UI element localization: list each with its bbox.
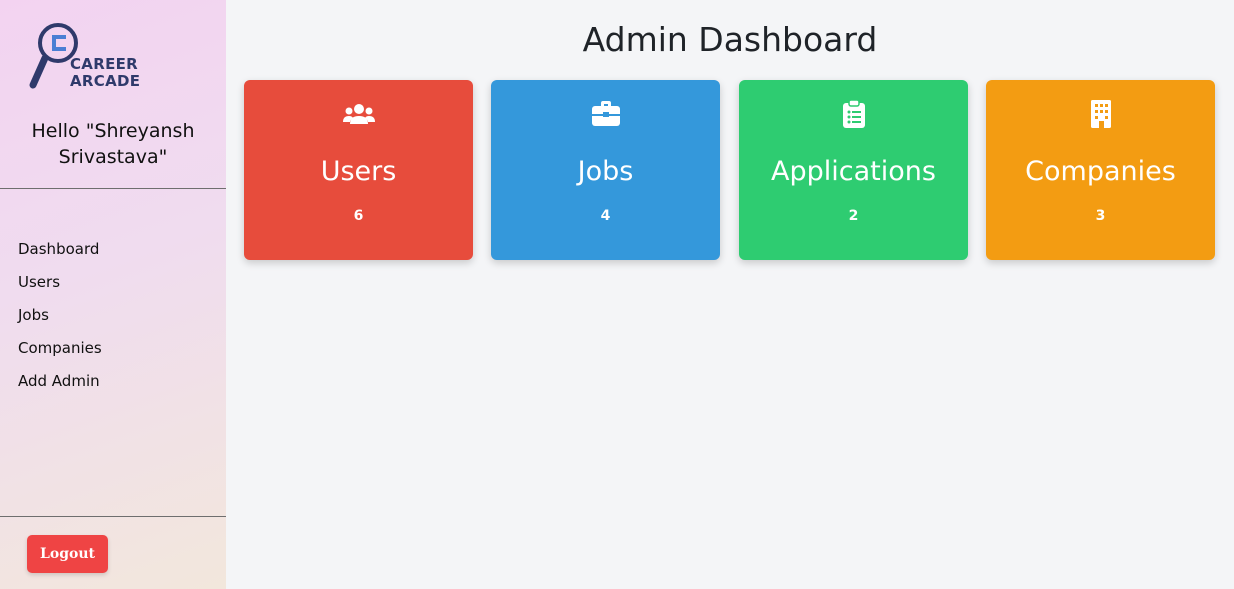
sidebar-item-companies[interactable]: Companies <box>18 332 102 365</box>
sidebar-nav: Dashboard Users Jobs Companies Add Admin <box>18 233 102 398</box>
stat-card-value: 4 <box>600 208 611 224</box>
stat-card-users[interactable]: Users 6 <box>244 80 473 260</box>
users-icon <box>342 104 375 124</box>
sidebar-divider-bottom <box>0 516 226 517</box>
brand-line-1: CAREER <box>70 55 139 73</box>
page-title: Admin Dashboard <box>582 20 878 59</box>
stat-card-jobs[interactable]: Jobs 4 <box>491 80 720 260</box>
sidebar: CAREER ARCADE Hello "Shreyansh Srivastav… <box>0 0 226 589</box>
sidebar-item-jobs[interactable]: Jobs <box>18 299 102 332</box>
brand-line-2: ARCADE <box>70 72 141 90</box>
stat-card-value: 3 <box>1095 208 1106 224</box>
clipboard-list-icon <box>842 100 865 128</box>
logout-button[interactable]: Logout <box>27 535 108 573</box>
stat-card-value: 2 <box>848 208 859 224</box>
user-greeting: Hello "Shreyansh Srivastava" <box>31 120 195 168</box>
stat-card-label: Companies <box>1025 156 1176 187</box>
sidebar-divider <box>0 188 226 189</box>
stat-card-value: 6 <box>353 208 364 224</box>
sidebar-item-dashboard[interactable]: Dashboard <box>18 233 102 266</box>
stat-card-label: Users <box>320 156 397 187</box>
building-icon <box>1090 100 1111 128</box>
briefcase-icon <box>591 101 620 126</box>
stat-card-label: Applications <box>771 156 936 187</box>
brand-name: CAREER ARCADE <box>70 56 140 90</box>
sidebar-item-users[interactable]: Users <box>18 266 102 299</box>
stat-card-companies[interactable]: Companies 3 <box>986 80 1215 260</box>
stat-card-label: Jobs <box>577 156 634 187</box>
sidebar-item-add-admin[interactable]: Add Admin <box>18 365 102 398</box>
brand-logo[interactable]: CAREER ARCADE <box>28 22 158 94</box>
stat-card-applications[interactable]: Applications 2 <box>739 80 968 260</box>
